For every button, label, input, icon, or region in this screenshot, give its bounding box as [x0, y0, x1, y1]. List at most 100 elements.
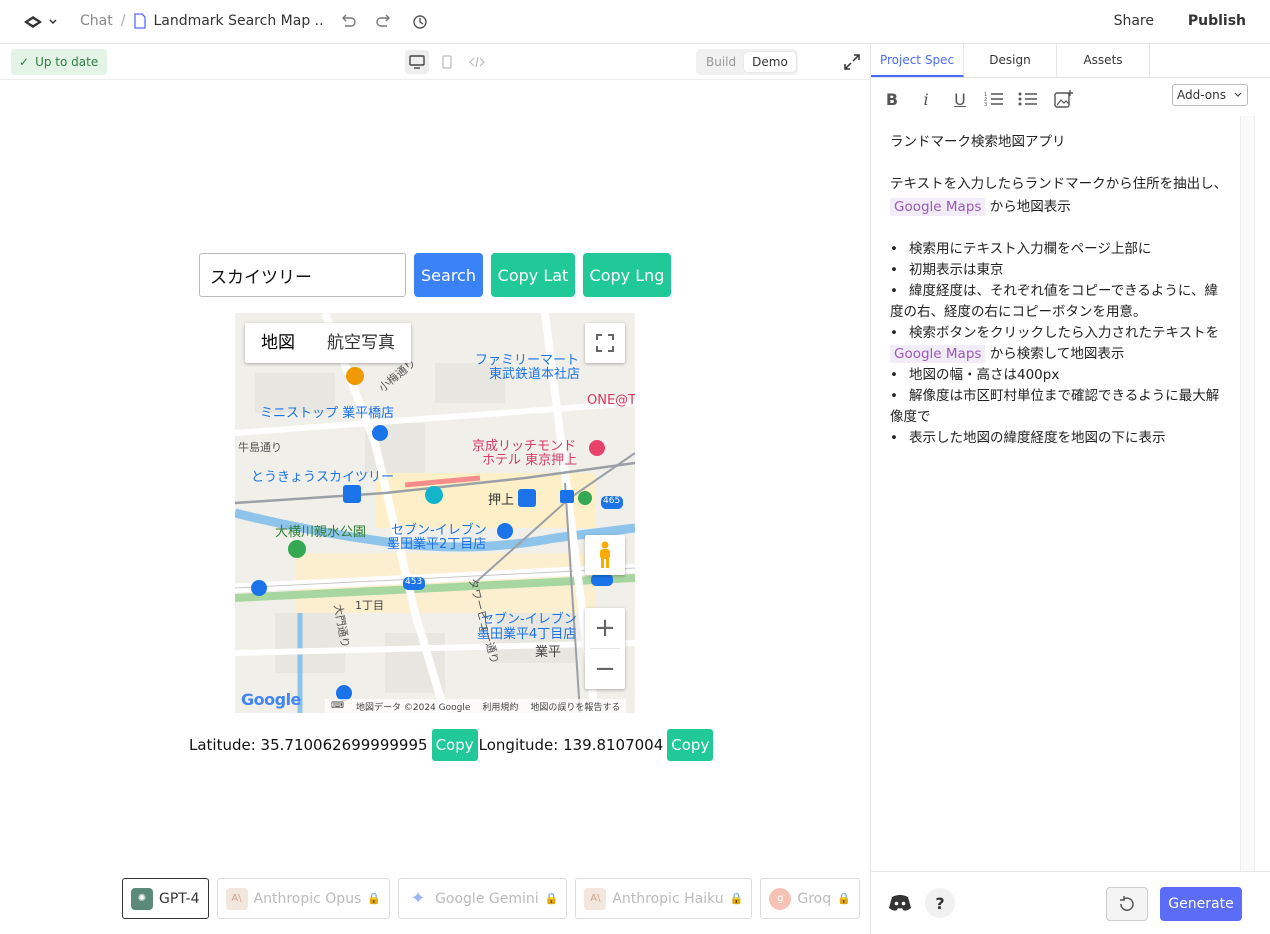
- google-maps-tag: Google Maps: [890, 345, 986, 363]
- spec-list-item: 検索用にテキスト入力欄をページ上部に: [890, 239, 1230, 260]
- add-image-icon[interactable]: [1053, 88, 1075, 110]
- expand-icon[interactable]: [842, 52, 862, 72]
- map-attribution: ⌨ 地図データ ©2024 Google 利用規約 地図の誤りを報告する: [325, 699, 627, 713]
- model-anthropic-opus[interactable]: A\ Anthropic Opus 🔒: [216, 878, 391, 919]
- help-button[interactable]: ?: [925, 888, 955, 918]
- spec-intro: テキストを入力したらランドマークから住所を抽出し、: [890, 176, 1228, 192]
- map-label: 1丁目: [355, 599, 384, 612]
- lock-icon: 🔒: [367, 892, 382, 905]
- model-anthropic-haiku[interactable]: A\ Anthropic Haiku 🔒: [575, 878, 753, 919]
- longitude-text: Longitude: 139.8107004: [478, 736, 664, 754]
- redo-icon[interactable]: [374, 12, 394, 32]
- spec-list: 検索用にテキスト入力欄をページ上部に 初期表示は東京 緯度経度は、それぞれ値をコ…: [890, 239, 1230, 449]
- mobile-icon[interactable]: [435, 50, 459, 74]
- desktop-icon[interactable]: [405, 50, 429, 74]
- model-groq[interactable]: g Groq 🔒: [760, 878, 860, 919]
- map-label: ミニストップ 業平橋店: [260, 406, 395, 421]
- generate-button[interactable]: Generate: [1160, 887, 1242, 921]
- lock-icon: 🔒: [729, 892, 744, 905]
- spec-title: ランドマーク検索地図アプリ: [890, 134, 1066, 150]
- history-icon[interactable]: [410, 12, 430, 32]
- underline-icon[interactable]: U: [949, 88, 971, 110]
- mode-toggle: Build Demo: [696, 49, 798, 75]
- copy-lng-button[interactable]: Copy Lng: [583, 253, 671, 297]
- copy-lat-button[interactable]: Copy Lat: [491, 253, 575, 297]
- tab-design[interactable]: Design: [964, 44, 1057, 77]
- logo-menu[interactable]: [22, 12, 58, 32]
- lock-icon: 🔒: [837, 892, 851, 905]
- copy-latitude-button[interactable]: Copy: [431, 729, 478, 761]
- code-icon[interactable]: [465, 50, 489, 74]
- spec-list-item: 表示した地図の緯度経度を地図の下に表示: [890, 428, 1230, 449]
- search-button[interactable]: Search: [414, 253, 483, 297]
- status-badge: ✓ Up to date: [11, 49, 108, 75]
- italic-icon[interactable]: i: [915, 88, 937, 110]
- mode-demo[interactable]: Demo: [744, 52, 796, 72]
- pegman-icon[interactable]: [585, 535, 625, 575]
- latitude-text: Latitude: 35.710062699999995: [189, 736, 428, 754]
- search-input[interactable]: [199, 253, 406, 297]
- map-label: とうきょうスカイツリー: [251, 470, 395, 485]
- model-label: Google Gemini: [435, 890, 539, 907]
- top-bar: Chat / Landmark Search Map ... Share Pub…: [0, 0, 1270, 44]
- bold-icon[interactable]: B: [881, 88, 903, 110]
- model-label: GPT-4: [159, 890, 200, 907]
- gemini-icon: ✦: [410, 888, 426, 909]
- keyboard-icon[interactable]: ⌨: [331, 701, 344, 711]
- model-label: Anthropic Haiku: [612, 890, 724, 907]
- coordinates-row: Latitude: 35.710062699999995 Copy Longit…: [189, 729, 714, 761]
- scrollbar[interactable]: [1240, 116, 1255, 871]
- breadcrumb-separator: /: [120, 13, 126, 29]
- chevron-down-icon: [1234, 92, 1242, 97]
- copy-longitude-button[interactable]: Copy: [667, 729, 714, 761]
- panel-tabs: Project Spec Design Assets: [871, 44, 1270, 78]
- addons-select[interactable]: Add-ons: [1172, 84, 1248, 106]
- undo-icon[interactable]: [338, 12, 358, 32]
- tab-assets[interactable]: Assets: [1057, 44, 1150, 77]
- ordered-list-icon[interactable]: 123: [983, 88, 1005, 110]
- spec-list-item: 緯度経度は、それぞれ値をコピーできるように、緯度の右、経度の右にコピーボタンを用…: [890, 281, 1230, 323]
- zoom-control: + −: [585, 608, 625, 689]
- logo-icon: [24, 16, 42, 28]
- panel-footer: ? Generate: [871, 871, 1270, 934]
- spec-list-item: 地図の幅・高さは400px: [890, 365, 1230, 386]
- report-link[interactable]: 地図の誤りを報告する: [530, 700, 620, 713]
- history-controls: [338, 12, 430, 32]
- map-labels: ファミリーマート 東武鉄道本社店 ミニストップ 業平橋店 京成リッチモンド ホテ…: [235, 313, 635, 713]
- map-label: ホテル 東京押上: [482, 453, 578, 468]
- model-google-gemini[interactable]: ✦ Google Gemini 🔒: [398, 878, 568, 919]
- map-type-control: 地図 航空写真: [245, 323, 411, 363]
- check-icon: ✓: [19, 55, 30, 69]
- fullscreen-icon[interactable]: [585, 323, 625, 363]
- map-label: 墨田業平2丁目店: [387, 537, 487, 552]
- tab-project-spec[interactable]: Project Spec: [871, 44, 964, 77]
- model-label: Groq: [797, 890, 832, 907]
- document-title[interactable]: Landmark Search Map ...: [153, 13, 323, 29]
- map-label: ONE@T: [587, 393, 635, 408]
- terms-link[interactable]: 利用規約: [482, 700, 518, 713]
- model-gpt4[interactable]: ✺ GPT-4: [122, 878, 209, 919]
- breadcrumb-chat[interactable]: Chat: [80, 13, 113, 29]
- google-maps-tag: Google Maps: [890, 198, 986, 216]
- google-map[interactable]: ファミリーマート 東武鉄道本社店 ミニストップ 業平橋店 京成リッチモンド ホテ…: [235, 313, 635, 713]
- bullet-list-icon[interactable]: [1017, 88, 1039, 110]
- map-type-satellite[interactable]: 航空写真: [311, 323, 411, 363]
- anthropic-icon: A\: [584, 887, 607, 910]
- zoom-in-button[interactable]: +: [585, 608, 625, 648]
- anthropic-icon: A\: [225, 887, 248, 910]
- spec-intro-line2: Google Maps から地図表示: [890, 197, 1230, 218]
- map-label: 業平: [535, 645, 562, 660]
- share-button[interactable]: Share: [1114, 13, 1154, 29]
- project-spec-editor[interactable]: ランドマーク検索地図アプリ テキストを入力したらランドマークから住所を抽出し、 …: [890, 132, 1230, 449]
- chevron-down-icon: [49, 19, 57, 25]
- map-type-map[interactable]: 地図: [245, 323, 311, 363]
- reset-icon[interactable]: [1106, 887, 1148, 921]
- model-label: Anthropic Opus: [253, 890, 362, 907]
- mode-build[interactable]: Build: [698, 52, 744, 72]
- discord-icon[interactable]: [885, 888, 915, 918]
- map-label: 牛島通り: [238, 441, 282, 454]
- zoom-out-button[interactable]: −: [585, 649, 625, 689]
- google-logo: Google: [241, 690, 301, 709]
- route-label: 453: [405, 577, 423, 587]
- publish-button[interactable]: Publish: [1188, 13, 1246, 29]
